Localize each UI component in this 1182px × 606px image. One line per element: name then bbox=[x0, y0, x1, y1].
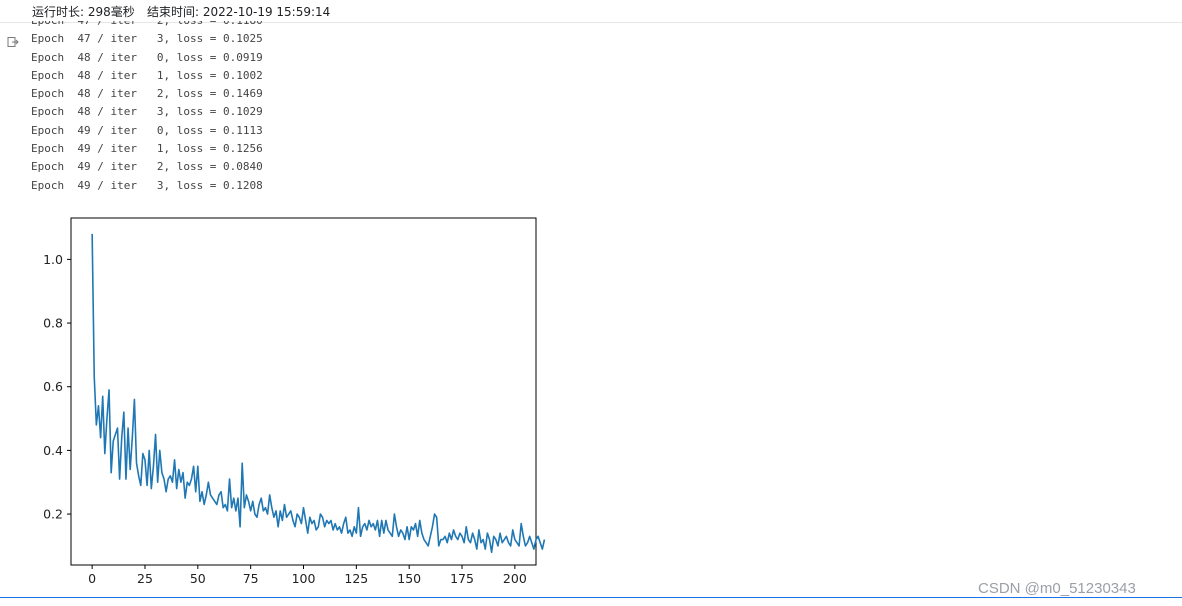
log-line: Epoch 49 / iter 2, loss = 0.0840 bbox=[31, 160, 263, 174]
y-axis: 0.2 0.4 0.6 0.8 1.0 bbox=[43, 252, 71, 522]
y-tick-label: 0.8 bbox=[43, 316, 63, 331]
cell-output-log: Epoch 47 / iter 2, loss = 0.1180 Epoch 4… bbox=[31, 21, 531, 204]
log-line: Epoch 48 / iter 2, loss = 0.1469 bbox=[31, 87, 263, 101]
x-tick-label: 175 bbox=[450, 571, 474, 586]
log-line: Epoch 48 / iter 0, loss = 0.0919 bbox=[31, 50, 263, 64]
x-tick-label: 150 bbox=[397, 571, 421, 586]
log-line: Epoch 47 / iter 3, loss = 0.1025 bbox=[31, 32, 263, 46]
x-tick-label: 0 bbox=[88, 571, 96, 586]
series-group bbox=[91, 233, 546, 554]
log-line: Epoch 49 / iter 3, loss = 0.1208 bbox=[31, 178, 263, 192]
y-tick-label: 1.0 bbox=[43, 252, 63, 267]
x-tick-label: 50 bbox=[190, 571, 206, 586]
cell-status-bar: 运行时长: 298毫秒 结束时间: 2022-10-19 15:59:14 bbox=[0, 0, 1182, 23]
x-tick-label: 125 bbox=[344, 571, 368, 586]
output-toggle-icon[interactable] bbox=[7, 36, 19, 48]
y-tick-label: 0.4 bbox=[43, 443, 63, 458]
loss-series-line bbox=[91, 233, 546, 554]
loss-chart: 0 25 50 75 100 125 150 175 200 0.2 0.4 0.6 0.8 1.0 bbox=[43, 217, 546, 586]
log-line: Epoch 48 / iter 1, loss = 0.1002 bbox=[31, 68, 263, 82]
x-tick-label: 100 bbox=[292, 571, 316, 586]
y-tick-label: 0.6 bbox=[43, 379, 63, 394]
end-time-label: 结束时间: 2022-10-19 15:59:14 bbox=[147, 5, 331, 19]
y-tick-label: 0.2 bbox=[43, 507, 63, 522]
x-tick-label: 200 bbox=[503, 571, 527, 586]
x-axis: 0 25 50 75 100 125 150 175 200 bbox=[88, 565, 527, 586]
watermark: CSDN @m0_51230343 bbox=[978, 580, 1136, 597]
bottom-divider bbox=[0, 597, 1182, 598]
runtime-label: 运行时长: 298毫秒 bbox=[32, 5, 135, 19]
log-line: Epoch 48 / iter 3, loss = 0.1029 bbox=[31, 105, 263, 119]
log-line: Epoch 49 / iter 0, loss = 0.1113 bbox=[31, 123, 263, 137]
log-line: Epoch 47 / iter 2, loss = 0.1180 bbox=[31, 21, 531, 30]
log-line: Epoch 49 / iter 1, loss = 0.1256 bbox=[31, 142, 263, 156]
x-tick-label: 75 bbox=[243, 571, 259, 586]
x-tick-label: 25 bbox=[137, 571, 153, 586]
